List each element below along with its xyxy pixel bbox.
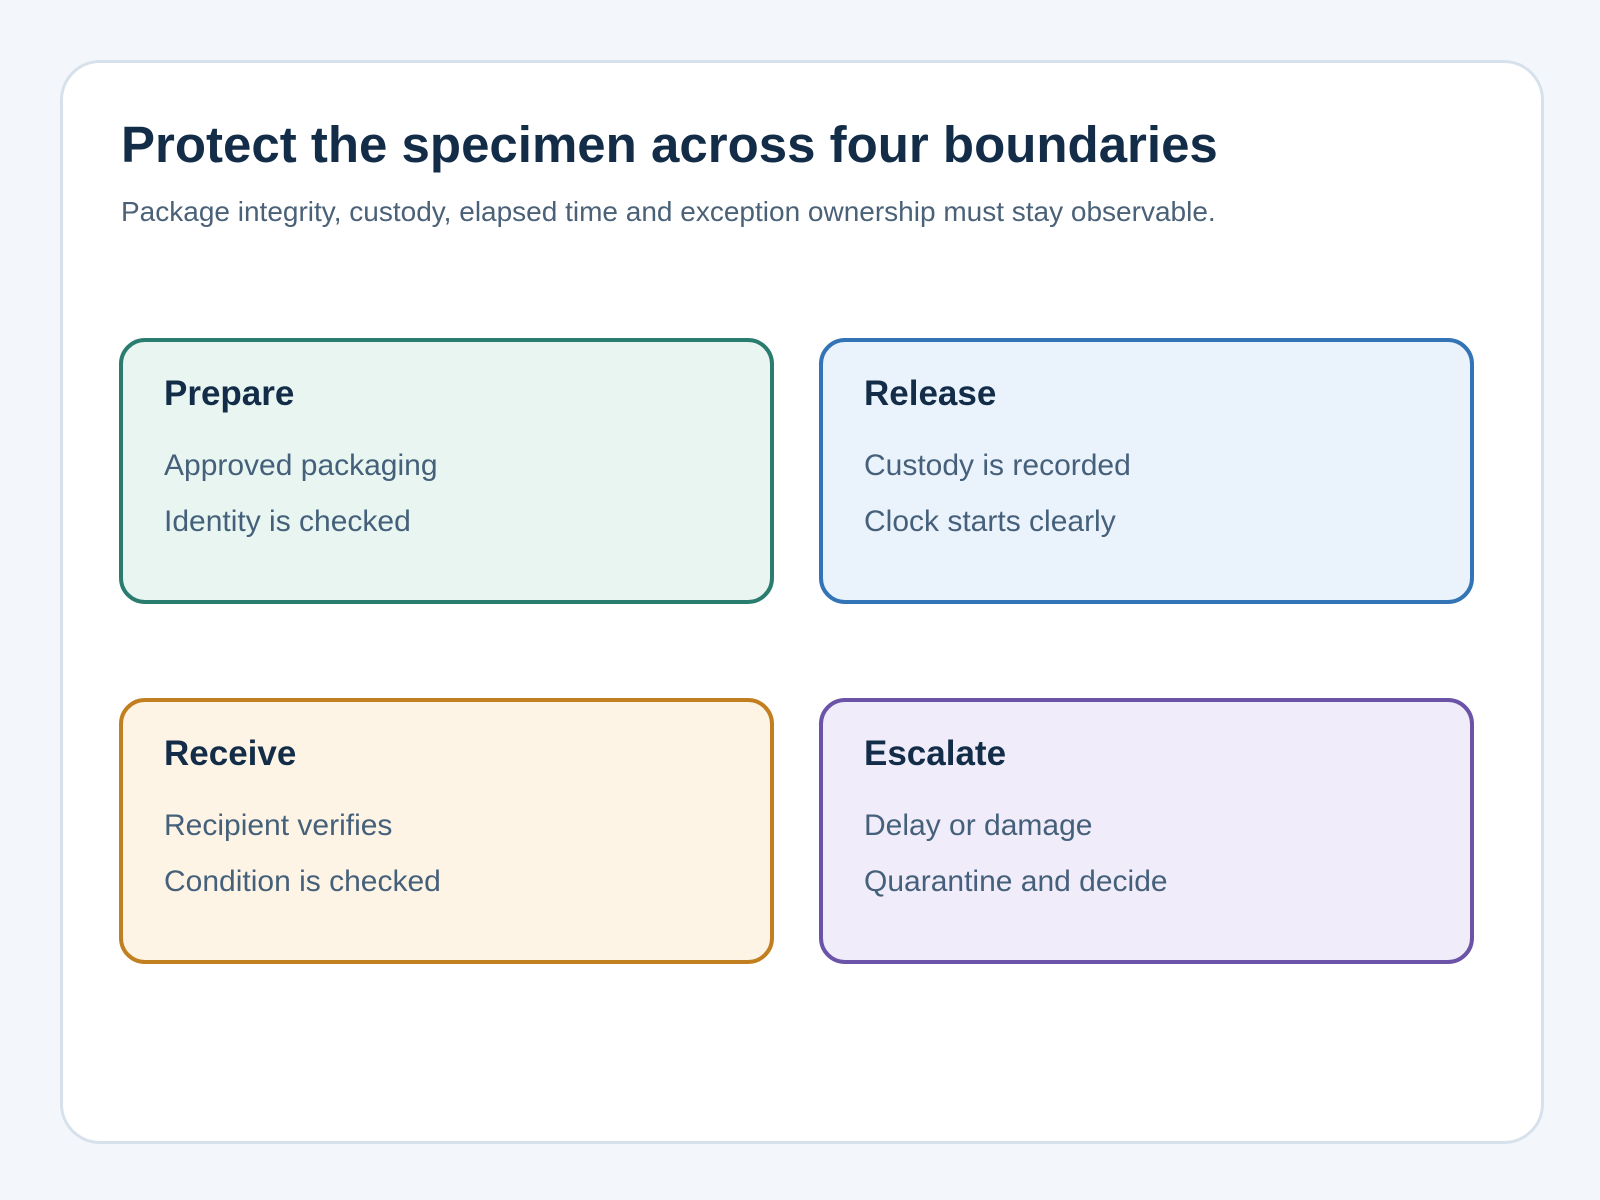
card-line: Custody is recorded — [864, 449, 1131, 482]
page-subtitle: Package integrity, custody, elapsed time… — [121, 196, 1216, 227]
diagram-panel: Protect the specimen across four boundar… — [60, 60, 1544, 1144]
card-escalate: Escalate Delay or damage Quarantine and … — [819, 698, 1474, 964]
card-title: Release — [864, 374, 997, 413]
card-title: Receive — [164, 734, 297, 773]
card-line: Delay or damage — [864, 809, 1093, 842]
card-line: Quarantine and decide — [864, 865, 1168, 898]
card-release: Release Custody is recorded Clock starts… — [819, 338, 1474, 604]
card-line: Recipient verifies — [164, 809, 393, 842]
card-line: Condition is checked — [164, 865, 441, 898]
card-line: Approved packaging — [164, 449, 438, 482]
card-line: Clock starts clearly — [864, 505, 1116, 538]
card-receive: Receive Recipient verifies Condition is … — [119, 698, 774, 964]
card-title: Escalate — [864, 734, 1007, 773]
card-title: Prepare — [164, 374, 295, 413]
card-prepare: Prepare Approved packaging Identity is c… — [119, 338, 774, 604]
card-line: Identity is checked — [164, 505, 411, 538]
page-title: Protect the specimen across four boundar… — [121, 116, 1218, 173]
